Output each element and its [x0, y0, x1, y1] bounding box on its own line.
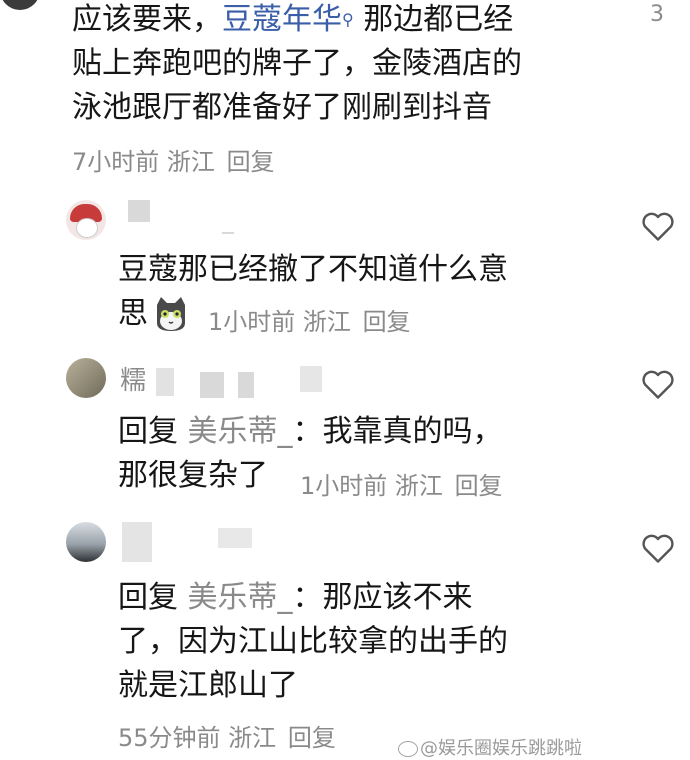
username-redacted — [200, 372, 224, 398]
username-redacted — [128, 200, 150, 222]
timestamp: 7小时前 — [72, 148, 160, 176]
heart-outline-icon[interactable] — [640, 530, 676, 566]
username: 糯 — [120, 366, 147, 396]
avatar[interactable] — [0, 0, 40, 10]
username-redacted — [122, 522, 152, 562]
avatar[interactable] — [66, 358, 106, 398]
username-redacted — [218, 528, 252, 548]
reply-button[interactable]: 回复 — [455, 472, 503, 500]
username-redacted — [300, 366, 322, 392]
location: 浙江 — [166, 148, 215, 176]
location: 浙江 — [228, 724, 277, 752]
comment-meta: 55分钟前 浙江 回复 — [118, 718, 336, 753]
reply-button[interactable]: 回复 — [288, 724, 336, 752]
comment-text: 回复 美乐蒂_：那应该不来 了，因为江山比较拿的出手的 就是江郎山了 — [118, 580, 508, 703]
avatar[interactable] — [66, 200, 106, 240]
reply-target-user[interactable]: 美乐蒂_ — [188, 580, 293, 615]
like-count: 3 — [650, 2, 664, 27]
timestamp: 1小时前 — [300, 472, 388, 500]
search-icon: ⚲ — [342, 10, 354, 29]
reply-button[interactable]: 回复 — [363, 308, 411, 336]
weibo-logo-icon — [398, 741, 418, 757]
comment-meta: 1小时前 浙江 回复 — [300, 466, 503, 501]
comment-meta: 1小时前 浙江 回复 — [208, 302, 411, 337]
username-redacted — [238, 372, 254, 398]
topic-link[interactable]: 豆蔻年华⚲ — [222, 2, 354, 37]
comment-text: 应该要来，豆蔻年华⚲ 那边都已经 贴上奔跑吧的牌子了，金陵酒店的 泳池跟厅都准备… — [72, 2, 522, 125]
username-redacted — [222, 232, 234, 234]
reply-button[interactable]: 回复 — [227, 148, 275, 176]
comment-meta: 7小时前 浙江 回复 — [72, 142, 275, 177]
reply-prefix: 回复 — [118, 580, 178, 615]
reply-prefix: 回复 — [118, 414, 178, 449]
watermark: @娱乐圈娱乐跳跳啦 — [398, 734, 582, 760]
timestamp: 55分钟前 — [118, 724, 221, 752]
username-redacted — [156, 368, 174, 396]
heart-outline-icon[interactable] — [640, 366, 676, 402]
location: 浙江 — [394, 472, 443, 500]
avatar[interactable] — [66, 522, 106, 562]
timestamp: 1小时前 — [208, 308, 296, 336]
reply-target-user[interactable]: 美乐蒂_ — [188, 414, 293, 449]
heart-outline-icon[interactable] — [640, 208, 676, 244]
cat-emoji-icon — [152, 295, 190, 333]
location: 浙江 — [302, 308, 351, 336]
